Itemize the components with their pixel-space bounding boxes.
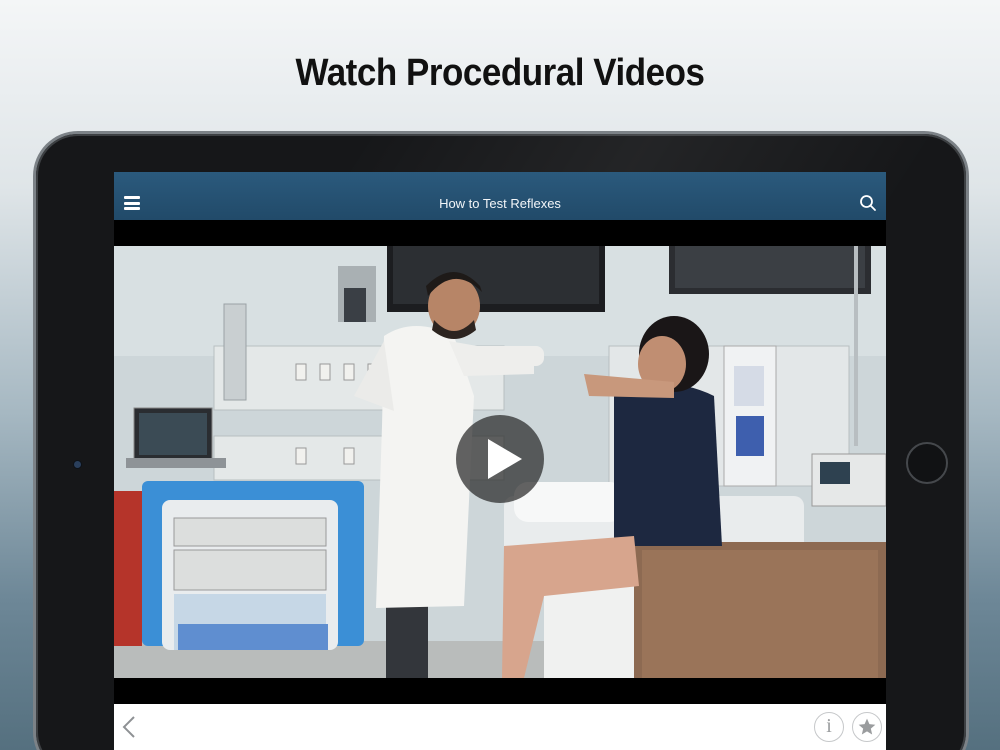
home-button[interactable] — [906, 442, 948, 484]
video-title: How to Test Reflexes — [439, 196, 561, 211]
bottom-toolbar: i — [114, 704, 886, 750]
front-camera — [73, 460, 82, 469]
video-player[interactable] — [114, 246, 886, 678]
tablet-device-frame: How to Test Reflexes i — [36, 134, 966, 750]
info-icon[interactable]: i — [814, 712, 844, 742]
star-icon[interactable] — [852, 712, 882, 742]
search-icon[interactable] — [859, 194, 877, 212]
page-headline: Watch Procedural Videos — [295, 52, 705, 94]
app-header: How to Test Reflexes — [114, 172, 886, 220]
chevron-left-icon[interactable] — [120, 714, 140, 740]
app-screen: How to Test Reflexes i — [114, 172, 886, 750]
play-icon[interactable] — [456, 415, 544, 503]
